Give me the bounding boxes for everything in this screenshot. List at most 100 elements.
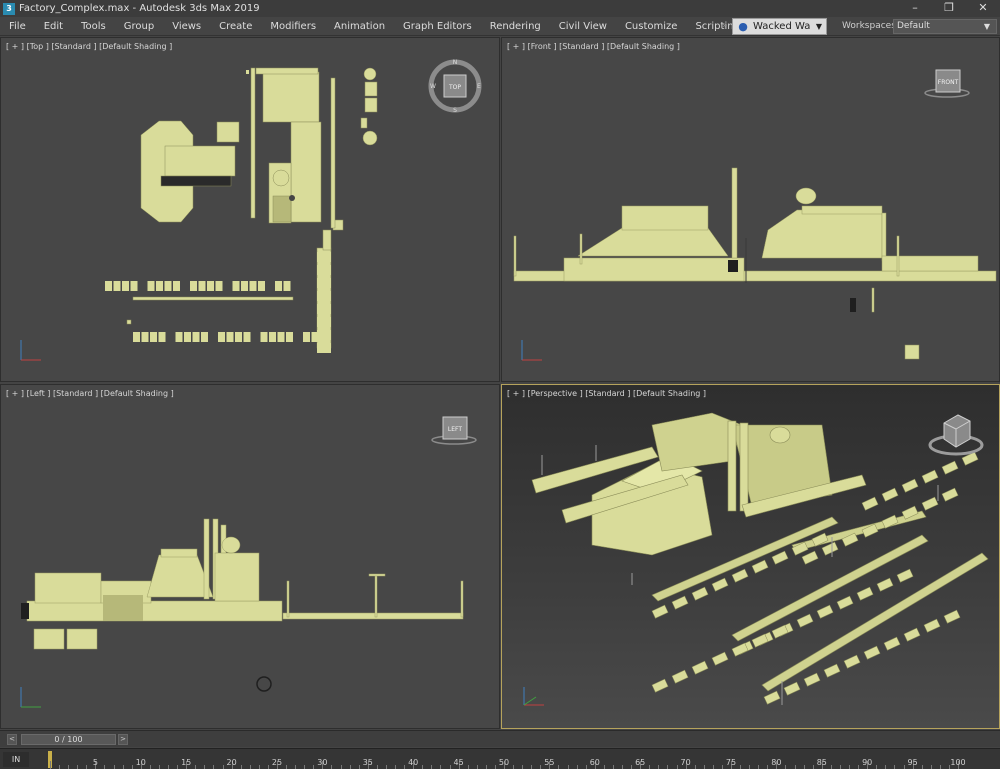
viewcube-compass[interactable]: TOP N S W E (427, 58, 483, 114)
parking-block (317, 252, 331, 262)
menu-modifiers[interactable]: Modifiers (261, 17, 325, 36)
maximize-icon[interactable]: ❐ (932, 0, 966, 17)
menu-views[interactable]: Views (163, 17, 210, 36)
parking-block (249, 281, 257, 291)
menu-create[interactable]: Create (210, 17, 261, 36)
prev-frame-button[interactable]: < (7, 734, 17, 745)
parked-car (691, 660, 709, 675)
ruler-tick (513, 765, 515, 769)
parked-car (731, 568, 749, 583)
ruler-tick (522, 765, 524, 769)
viewcube[interactable]: LEFT (429, 413, 479, 447)
parked-car (711, 651, 729, 666)
menu-group[interactable]: Group (115, 17, 163, 36)
svg-text:W: W (430, 83, 436, 90)
next-frame-button[interactable]: > (118, 734, 128, 745)
parking-block (156, 281, 163, 291)
ruler-tick (86, 765, 88, 769)
window-title: Factory_Complex.max - Autodesk 3ds Max 2… (19, 3, 260, 14)
menu-bar: File Edit Tools Group Views Create Modif… (0, 17, 1000, 36)
title-bar: 3 Factory_Complex.max - Autodesk 3ds Max… (0, 0, 1000, 17)
viewport-front[interactable]: [ + ] [Front ] [Standard ] [Default Shad… (501, 37, 1000, 382)
parked-car (796, 613, 814, 628)
axis-tripod-icon (523, 687, 544, 706)
ruler-tick (376, 765, 378, 769)
parking-block (184, 332, 191, 342)
parked-car (856, 586, 874, 601)
user-account-dropdown[interactable]: ● Wacked Wa ▼ (732, 18, 827, 35)
ruler-tick (267, 765, 269, 769)
menu-edit[interactable]: Edit (35, 17, 72, 36)
parking-block (122, 381, 129, 382)
parked-car (816, 604, 834, 619)
parking-block (277, 332, 285, 342)
parking-block (233, 381, 240, 382)
ruler-label: 20 (226, 758, 237, 767)
menu-civil-view[interactable]: Civil View (550, 17, 616, 36)
ruler-tick (903, 765, 905, 769)
parking-block (235, 332, 242, 342)
ruler-tick (894, 765, 896, 769)
parking-block (147, 281, 155, 291)
3ds-max-icon[interactable]: 3 (3, 2, 15, 15)
ruler-tick (631, 765, 633, 769)
menu-rendering[interactable]: Rendering (481, 17, 550, 36)
parking-block (130, 281, 138, 291)
parking-block (175, 332, 183, 342)
menu-tools[interactable]: Tools (72, 17, 115, 36)
ruler-label: 65 (635, 758, 646, 767)
parking-block (190, 381, 197, 382)
parking-block (317, 343, 331, 353)
track-bar-icon[interactable]: IN (3, 752, 29, 767)
ruler-tick (830, 765, 832, 769)
ruler-tick (885, 765, 887, 769)
ruler-tick (603, 765, 605, 769)
viewport-perspective[interactable]: [ + ] [Perspective ] [Standard ] [Defaul… (501, 384, 1000, 729)
parking-block (284, 381, 291, 382)
menu-overflow-icon[interactable]: » (722, 17, 728, 36)
workspaces-select[interactable]: Default ▼ (893, 19, 997, 34)
time-slider[interactable]: 0 / 100 (21, 734, 116, 745)
parking-block (241, 281, 248, 291)
time-slider-bar: < 0 / 100 > (0, 730, 1000, 747)
ruler-label: 100 (950, 758, 966, 767)
ruler-tick (295, 765, 297, 769)
ruler-label: 90 (862, 758, 873, 767)
parking-block (173, 381, 180, 382)
viewcube[interactable]: FRONT (922, 66, 972, 100)
parking-block (141, 332, 149, 342)
ruler-tick (104, 765, 106, 769)
viewport-top[interactable]: [ + ] [Top ] [Standard ] [Default Shadin… (0, 37, 500, 382)
menu-graph-editors[interactable]: Graph Editors (394, 17, 481, 36)
viewcube[interactable] (926, 409, 986, 461)
ruler-label: 5 (92, 758, 98, 767)
ruler-label: 15 (181, 758, 192, 767)
menu-file[interactable]: File (0, 17, 35, 36)
parking-block (156, 381, 163, 382)
close-icon[interactable]: ✕ (966, 0, 1000, 17)
menu-customize[interactable]: Customize (616, 17, 687, 36)
ruler-tick (585, 765, 587, 769)
parked-car (711, 577, 729, 592)
ruler-tick (758, 765, 760, 769)
ruler-tick (839, 765, 841, 769)
parking-block (250, 381, 257, 382)
viewport-left[interactable]: [ + ] [Left ] [Standard ] [Default Shadi… (0, 384, 500, 729)
parking-block (105, 381, 112, 382)
parked-car (691, 586, 709, 601)
ruler-tick (395, 765, 397, 769)
parking-block (192, 332, 200, 342)
parked-car (763, 690, 781, 705)
ruler-tick (812, 765, 814, 769)
ruler-tick (803, 765, 805, 769)
parking-block (199, 381, 206, 382)
track-bar[interactable]: IN 5 10 15 20 25 30 35 40 45 50 55 60 65 70 75 80 85 90 95… (0, 748, 1000, 769)
minimize-icon[interactable]: – (898, 0, 932, 17)
ruler-label: 45 (453, 758, 464, 767)
parking-block (216, 381, 223, 382)
ruler-tick (195, 765, 197, 769)
ruler-tick (304, 765, 306, 769)
ruler-tick (286, 765, 288, 769)
parking-block (105, 281, 112, 291)
menu-animation[interactable]: Animation (325, 17, 394, 36)
